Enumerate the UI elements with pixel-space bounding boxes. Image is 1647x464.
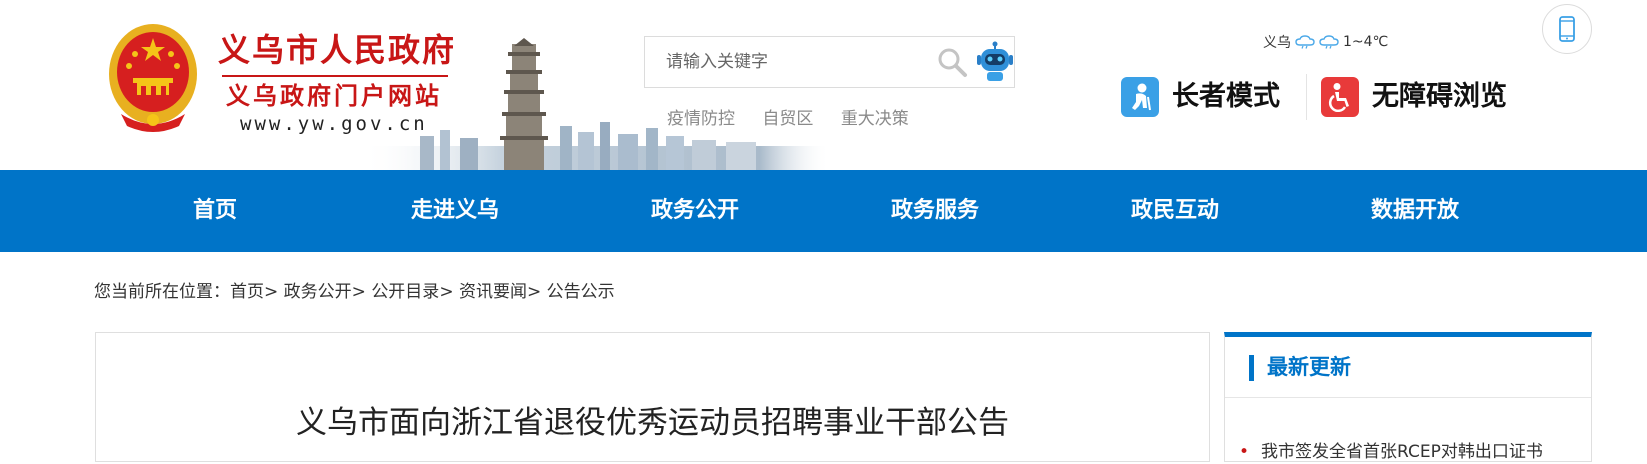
cloud-rain-icon — [1319, 35, 1339, 49]
nav-item-open-data[interactable]: 数据开放 — [1315, 170, 1515, 252]
breadcrumb-separator: > — [439, 282, 454, 302]
weather-temperature: 1~4℃ — [1343, 34, 1389, 50]
article-title: 义乌市面向浙江省退役优秀运动员招聘事业干部公告 — [296, 405, 1009, 441]
national-emblem-icon[interactable] — [107, 22, 199, 132]
breadcrumb-public-catalog[interactable]: 公开目录 — [371, 282, 439, 302]
accessible-browse-label: 无障碍浏览 — [1372, 81, 1507, 112]
bullet-icon: • — [1239, 442, 1250, 462]
search-box — [644, 36, 1015, 88]
mode-divider — [1306, 74, 1307, 120]
list-item[interactable]: • 我市签发全省首张RCEP对韩出口证书 — [1239, 440, 1543, 464]
nav-item-gov-services[interactable]: 政务服务 — [835, 170, 1035, 252]
breadcrumb-separator: > — [264, 282, 279, 302]
nav-item-about-yiwu[interactable]: 走进义乌 — [355, 170, 555, 252]
site-header: 义乌市人民政府 义乌政府门户网站 www.yw.gov.cn 请输入关键字 疫情… — [0, 0, 1647, 170]
mobile-phone-icon — [1559, 16, 1575, 42]
breadcrumb: 您当前所在位置：首页> 政务公开> 公开目录> 资讯要闻> 公告公示 — [94, 280, 615, 304]
mobile-version-button[interactable] — [1542, 4, 1592, 54]
nav-item-interaction[interactable]: 政民互动 — [1075, 170, 1275, 252]
breadcrumb-separator: > — [526, 282, 542, 302]
elder-mode-button[interactable]: 长者模式 — [1121, 76, 1280, 118]
weather-widget: 义乌 1~4℃ — [1263, 32, 1388, 52]
latest-updates-header: 最新更新 — [1225, 337, 1591, 398]
search-input[interactable] — [646, 38, 936, 86]
hot-link-epidemic[interactable]: 疫情防控 — [667, 109, 735, 129]
breadcrumb-home[interactable]: 首页 — [230, 282, 264, 302]
article-panel: 义乌市面向浙江省退役优秀运动员招聘事业干部公告 — [95, 332, 1210, 462]
search-icon[interactable] — [935, 45, 969, 79]
breadcrumb-separator: > — [351, 282, 366, 302]
weather-city: 义乌 — [1263, 35, 1291, 51]
latest-updates-title: 最新更新 — [1267, 355, 1351, 379]
hot-link-decisions[interactable]: 重大决策 — [841, 109, 909, 129]
hot-link-ftz[interactable]: 自贸区 — [762, 109, 813, 129]
breadcrumb-gov-affairs-open[interactable]: 政务公开 — [284, 282, 352, 302]
breadcrumb-announcements[interactable]: 公告公示 — [547, 282, 615, 302]
hot-links: 疫情防控 自贸区 重大决策 — [667, 104, 931, 129]
wheelchair-icon — [1321, 77, 1359, 117]
main-nav: 首页 走进义乌 政务公开 政务服务 政民互动 数据开放 — [0, 170, 1647, 252]
nav-item-gov-affairs-open[interactable]: 政务公开 — [595, 170, 795, 252]
elderly-person-icon — [1121, 77, 1159, 117]
latest-updates-panel: 最新更新 • 我市签发全省首张RCEP对韩出口证书 — [1224, 332, 1592, 462]
elder-mode-label: 长者模式 — [1172, 81, 1280, 112]
cloud-rain-icon — [1295, 35, 1315, 49]
breadcrumb-prefix: 您当前所在位置： — [94, 282, 230, 302]
nav-item-home[interactable]: 首页 — [115, 170, 315, 252]
title-accent-bar — [1249, 355, 1254, 381]
list-item-label: 我市签发全省首张RCEP对韩出口证书 — [1261, 442, 1543, 462]
breadcrumb-news[interactable]: 资讯要闻 — [459, 282, 527, 302]
accessible-browse-button[interactable]: 无障碍浏览 — [1321, 76, 1507, 118]
robot-icon[interactable] — [975, 41, 1015, 83]
